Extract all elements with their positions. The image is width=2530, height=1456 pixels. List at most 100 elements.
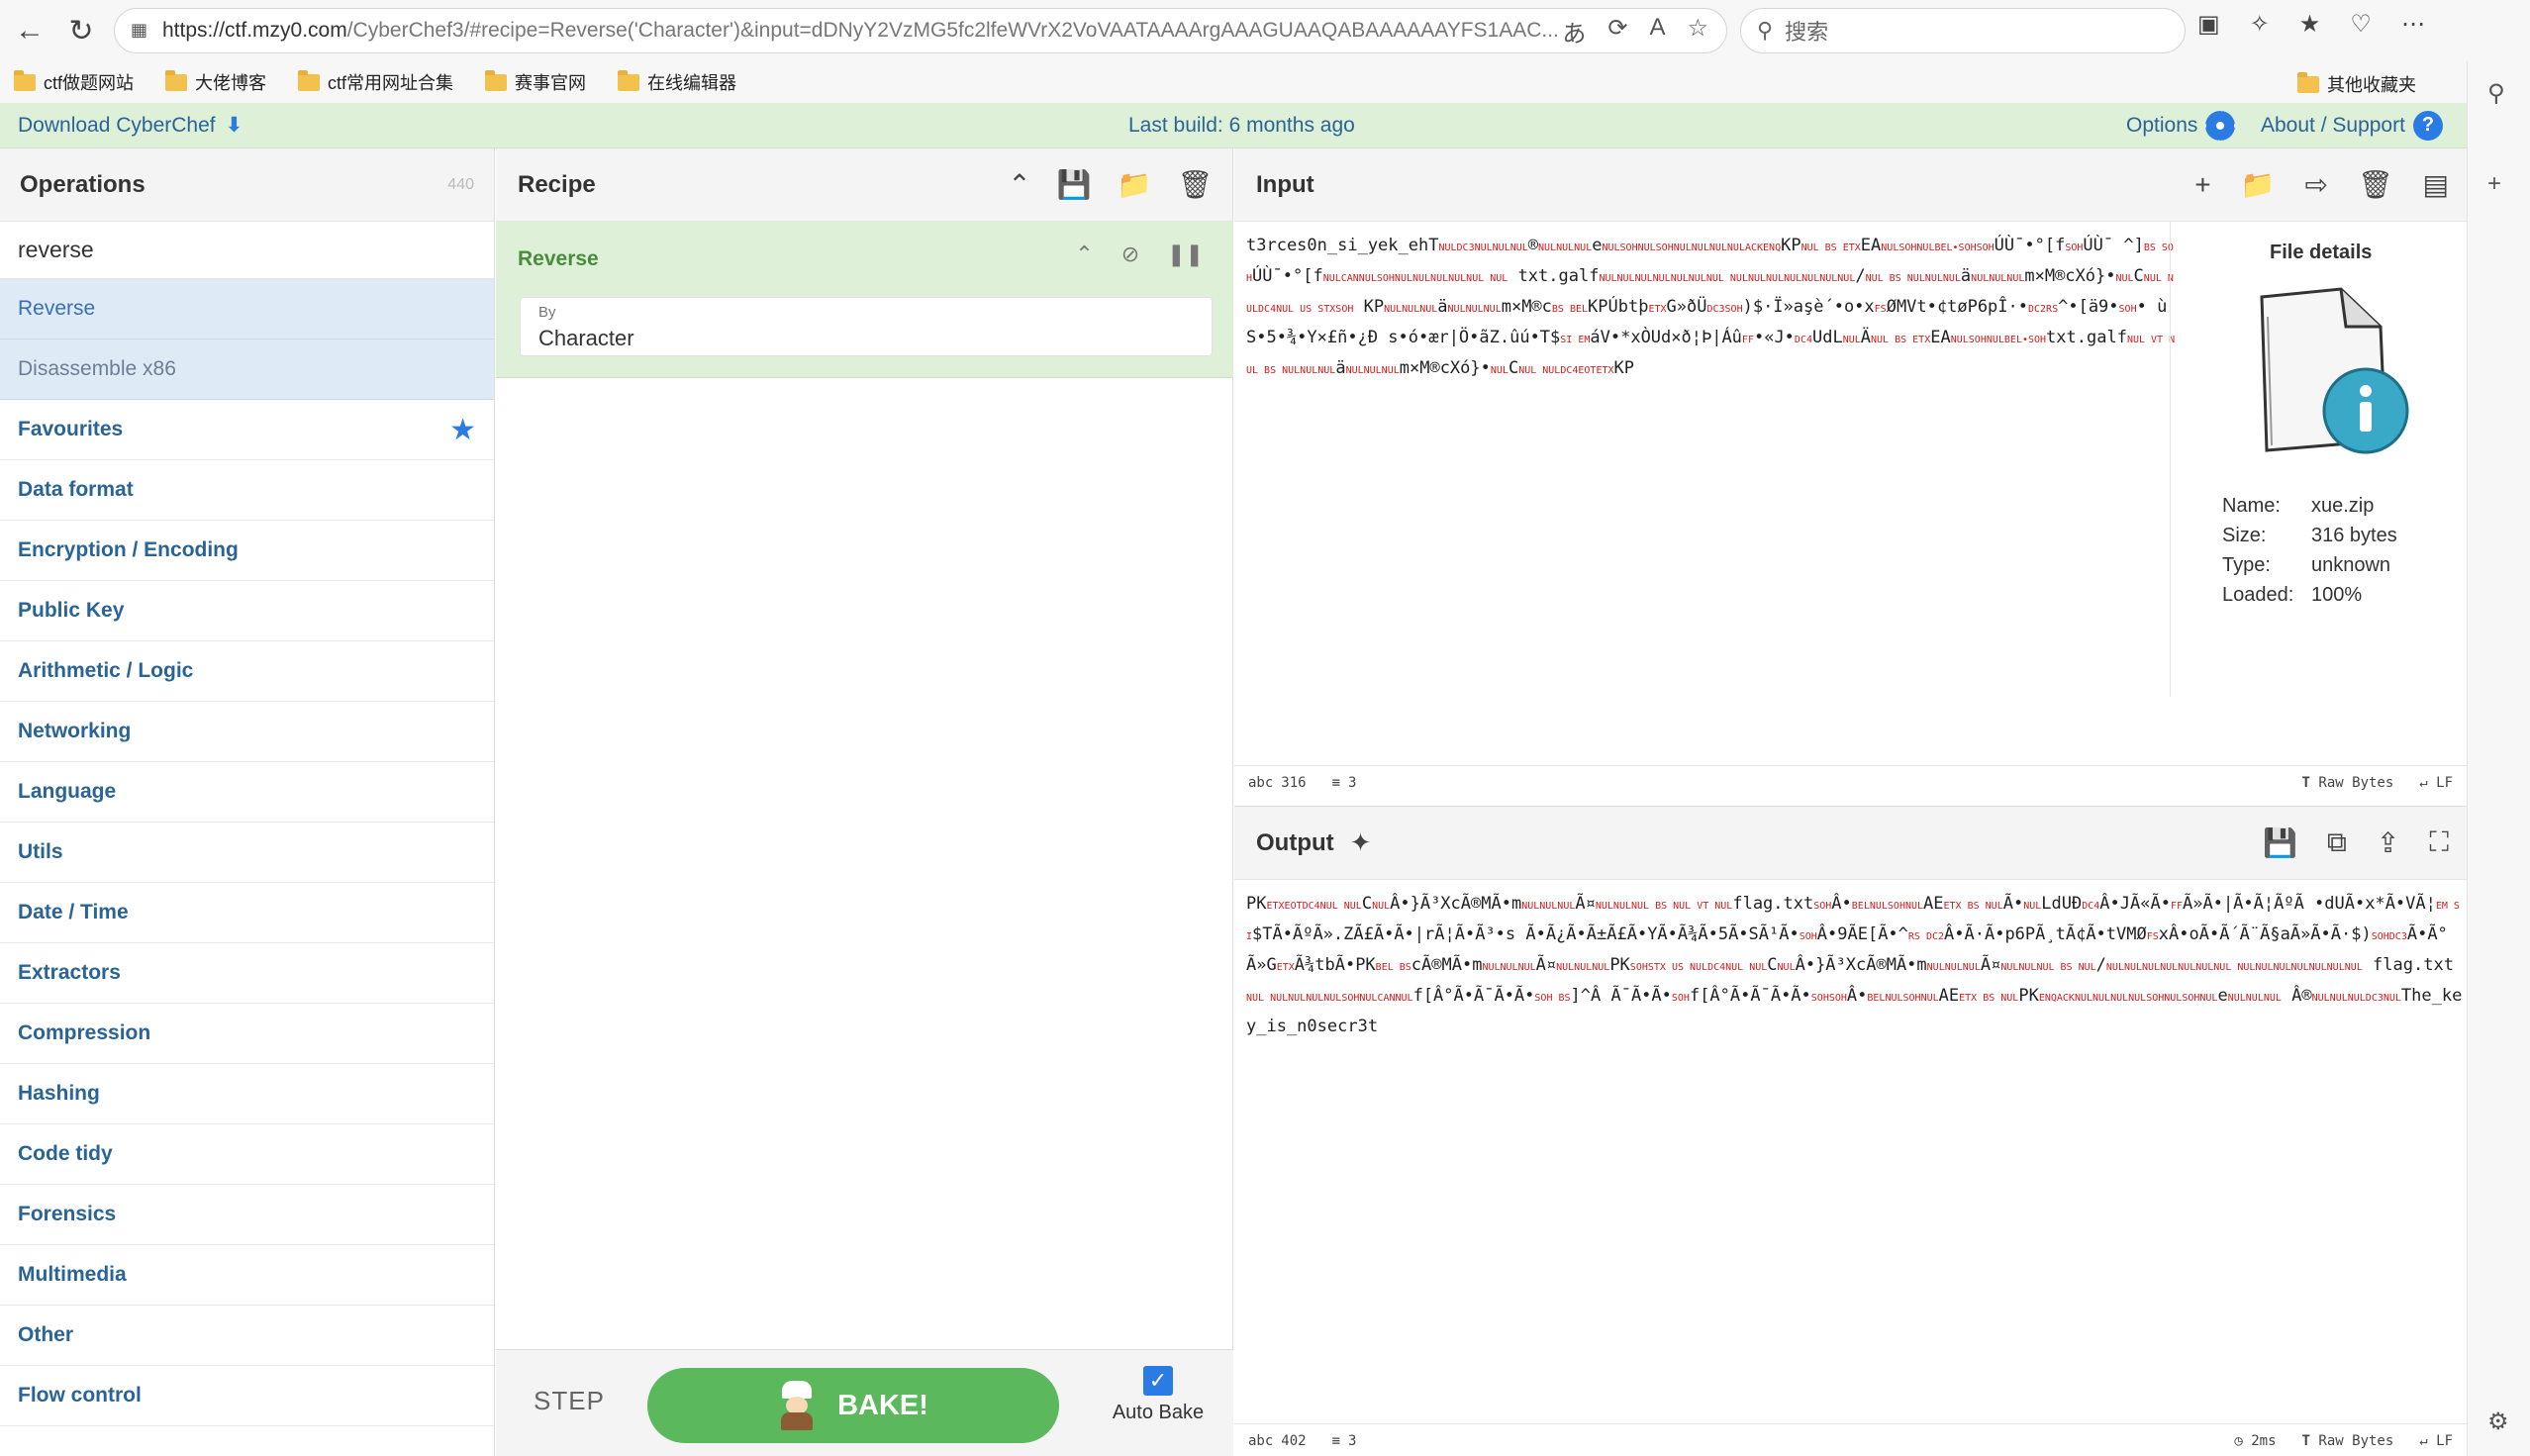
search-icon: ⚲ bbox=[1757, 18, 1774, 43]
clear-input-trash-icon[interactable]: 🗑 bbox=[2358, 168, 2393, 201]
bookmark-folder[interactable]: 在线编辑器 bbox=[618, 69, 736, 95]
bookmark-folder[interactable]: 赛事官网 bbox=[485, 69, 586, 95]
browser-sidebar: ⚲ + ⚙ bbox=[2467, 61, 2530, 1456]
category-item[interactable]: Date / Time bbox=[0, 883, 494, 943]
category-item[interactable]: Language bbox=[0, 762, 494, 823]
favorites-icon[interactable]: ★ bbox=[2299, 10, 2321, 39]
options-link[interactable]: Options bbox=[2126, 110, 2236, 141]
by-label: By bbox=[538, 304, 556, 321]
category-item[interactable]: Flow control bbox=[0, 1366, 494, 1426]
input-line-count: 3 bbox=[1348, 774, 1357, 791]
maximise-icon[interactable]: ⛶ bbox=[2429, 826, 2449, 859]
category-item[interactable]: Code tidy bbox=[0, 1124, 494, 1185]
add-icon[interactable]: + bbox=[2487, 170, 2501, 198]
bookmark-folder[interactable]: ctf做题网站 bbox=[14, 69, 134, 95]
bookmark-folder[interactable]: 大佬博客 bbox=[165, 69, 266, 95]
address-bar[interactable]: ▦ https://ctf.mzy0.com/CyberChef3/#recip… bbox=[114, 8, 1727, 53]
read-aloud-icon[interactable]: A bbox=[1649, 14, 1665, 49]
extensions-icon[interactable]: ✧ bbox=[2250, 10, 2270, 39]
browser-extension-icon[interactable]: ⟳ bbox=[1607, 14, 1627, 49]
recipe-operation-reverse[interactable]: Reverse ⌃ ⊘ ❚❚ By Character bbox=[496, 222, 1233, 378]
recipe-pane: Recipe ⌃ 💾 📁 🗑 Reverse ⌃ ⊘ ❚❚ By Charact… bbox=[496, 148, 1233, 1456]
category-item[interactable]: Multimedia bbox=[0, 1245, 494, 1306]
operations-title: Operations bbox=[20, 170, 146, 198]
magic-wand-icon[interactable]: ✦ bbox=[1350, 827, 1372, 858]
help-icon: ? bbox=[2412, 110, 2443, 141]
open-folder-icon[interactable]: 📁 bbox=[2241, 168, 2276, 201]
input-textarea[interactable]: t3rces0n_si_yek_ehTNULDC3NULNULNUL®NULNU… bbox=[1246, 232, 2177, 385]
copy-output-icon[interactable]: ⧉ bbox=[2327, 826, 2347, 859]
back-icon[interactable]: ← bbox=[8, 9, 51, 52]
disable-operation-icon[interactable]: ⊘ bbox=[1121, 242, 1139, 267]
replace-input-icon[interactable]: ⇪ bbox=[2377, 826, 2399, 859]
download-link[interactable]: Download CyberChef ⬇ bbox=[18, 113, 243, 138]
refresh-icon[interactable]: ↻ bbox=[59, 9, 103, 52]
clear-recipe-trash-icon[interactable]: 🗑 bbox=[1177, 168, 1213, 201]
category-item[interactable]: Utils bbox=[0, 823, 494, 883]
output-line-count: 3 bbox=[1348, 1432, 1357, 1449]
site-info-icon[interactable]: ▦ bbox=[131, 20, 150, 42]
other-bookmarks-folder[interactable]: 其他收藏夹 bbox=[2297, 71, 2416, 97]
about-link[interactable]: About / Support? bbox=[2261, 110, 2443, 141]
bake-time: ◷ 2ms bbox=[2234, 1432, 2277, 1449]
bake-button[interactable]: BAKE! bbox=[647, 1368, 1059, 1443]
category-item[interactable]: Forensics bbox=[0, 1185, 494, 1245]
category-item[interactable]: Compression bbox=[0, 1004, 494, 1064]
file-info-icon bbox=[2260, 287, 2409, 454]
search-icon[interactable]: ⚲ bbox=[2487, 79, 2505, 108]
auto-bake-toggle[interactable]: ✓ Auto Bake bbox=[1104, 1366, 1213, 1424]
browser-search-box[interactable]: ⚲ 搜索 bbox=[1740, 8, 2186, 53]
input-char-count: 316 bbox=[1281, 774, 1307, 791]
step-button[interactable]: STEP bbox=[534, 1386, 605, 1416]
markdown-extension-icon[interactable]: ▣ bbox=[2197, 10, 2220, 39]
save-output-icon[interactable]: 💾 bbox=[2263, 826, 2297, 859]
operations-pane: Operations 440 reverse Reverse Disassemb… bbox=[0, 148, 495, 1456]
category-item[interactable]: Encryption / Encoding bbox=[0, 521, 494, 581]
collapse-chevron-up-icon[interactable]: ⌃ bbox=[1008, 168, 1030, 201]
reset-layout-icon[interactable]: ▤ bbox=[2423, 168, 2449, 201]
output-char-count: 402 bbox=[1281, 1432, 1307, 1449]
open-file-icon[interactable]: ⇨ bbox=[2305, 168, 2328, 201]
output-text[interactable]: PKETXEOTDC4NUL NULCNULÂ•}Ã³XcÃ®MÃ•mNULNU… bbox=[1246, 890, 2464, 1041]
operations-search-input[interactable]: reverse bbox=[0, 222, 494, 279]
more-menu-icon[interactable]: ⋯ bbox=[2401, 10, 2425, 39]
collapse-operation-icon[interactable]: ⌃ bbox=[1075, 242, 1093, 267]
add-tab-icon[interactable]: + bbox=[2194, 169, 2210, 201]
output-status-bar: abc 402 ≡ 3 ◷ 2ms T Raw Bytes ↵ LF bbox=[1234, 1423, 2467, 1456]
folder-icon bbox=[485, 69, 508, 91]
browser-essentials-icon[interactable]: ♡ bbox=[2350, 10, 2372, 39]
settings-gear-icon[interactable]: ⚙ bbox=[2487, 1407, 2509, 1436]
input-status-bar: abc 316 ≡ 3 T Raw Bytes ↵ LF bbox=[1234, 765, 2467, 799]
category-item[interactable]: Other bbox=[0, 1306, 494, 1366]
file-size: 316 bytes bbox=[2311, 525, 2397, 546]
category-item[interactable]: Networking bbox=[0, 702, 494, 762]
load-recipe-folder-icon[interactable]: 📁 bbox=[1118, 168, 1152, 201]
category-item[interactable]: Arithmetic / Logic bbox=[0, 641, 494, 702]
category-favourites[interactable]: Favourites ★ bbox=[0, 400, 494, 460]
recipe-title: Recipe bbox=[518, 170, 596, 198]
favorite-star-icon[interactable]: ☆ bbox=[1687, 14, 1708, 49]
by-select[interactable]: By Character bbox=[520, 297, 1213, 356]
search-result-disassemble[interactable]: Disassemble x86 bbox=[0, 340, 494, 400]
search-result-reverse[interactable]: Reverse bbox=[0, 279, 494, 340]
download-icon: ⬇ bbox=[225, 114, 243, 137]
by-value: Character bbox=[538, 326, 634, 350]
operations-header: Operations 440 bbox=[0, 148, 494, 222]
output-encoding[interactable]: T Raw Bytes bbox=[2302, 1433, 2394, 1449]
input-encoding[interactable]: T Raw Bytes bbox=[2302, 775, 2394, 791]
input-eol[interactable]: ↵ LF bbox=[2419, 775, 2453, 791]
cyberchef-app: Download CyberChef ⬇ Last build: 6 months… bbox=[0, 103, 2467, 1456]
line-count-icon: ≡ bbox=[1331, 1432, 1341, 1449]
breakpoint-pause-icon[interactable]: ❚❚ bbox=[1167, 242, 1204, 267]
line-count-icon: ≡ bbox=[1331, 774, 1341, 791]
translate-icon[interactable]: あ bbox=[1562, 14, 1586, 49]
category-item[interactable]: Public Key bbox=[0, 581, 494, 641]
bookmark-folder[interactable]: ctf常用网址合集 bbox=[298, 69, 453, 95]
save-recipe-icon[interactable]: 💾 bbox=[1057, 168, 1092, 201]
category-item[interactable]: Extractors bbox=[0, 943, 494, 1004]
category-item[interactable]: Hashing bbox=[0, 1064, 494, 1124]
folder-icon bbox=[618, 69, 640, 91]
category-item[interactable]: Data format bbox=[0, 460, 494, 521]
folder-icon bbox=[298, 69, 321, 91]
output-eol[interactable]: ↵ LF bbox=[2419, 1433, 2453, 1449]
